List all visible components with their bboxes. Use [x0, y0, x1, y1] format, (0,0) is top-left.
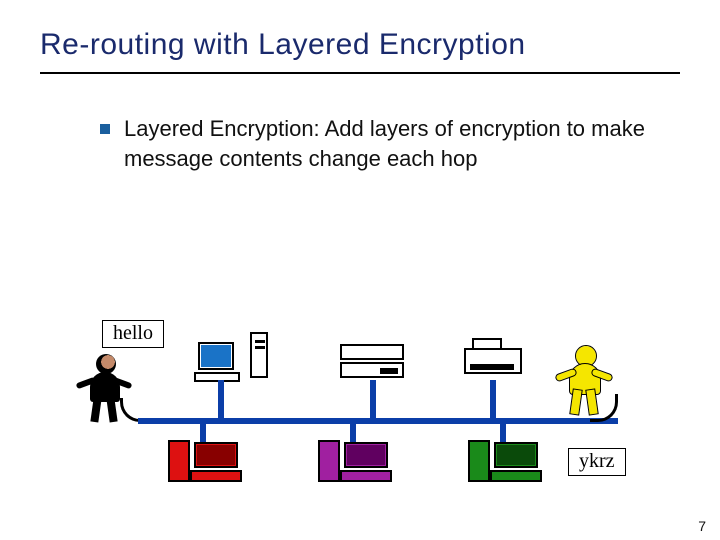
slide-title: Re-routing with Layered Encryption: [40, 28, 680, 62]
bullet-text: Layered Encryption: Add layers of encryp…: [124, 114, 650, 173]
bullet-item: Layered Encryption: Add layers of encryp…: [100, 114, 650, 173]
plaintext-label: hello: [102, 320, 164, 348]
slide-body: Layered Encryption: Add layers of encryp…: [40, 74, 680, 173]
router-green-icon: [468, 440, 542, 484]
network-drop-icon: [370, 380, 376, 422]
network-drop-icon: [218, 380, 224, 422]
router-purple-icon: [318, 440, 392, 484]
router-red-icon: [168, 440, 242, 484]
tower-pc-icon: [250, 332, 268, 378]
network-drop-icon: [490, 380, 496, 422]
slide: Re-routing with Layered Encryption Layer…: [0, 0, 720, 540]
rack-server-icon: [340, 362, 404, 378]
printer-icon: [460, 338, 526, 378]
rack-server-top-icon: [340, 344, 404, 360]
page-number: 7: [698, 518, 706, 534]
network-bus-icon: [138, 418, 618, 424]
network-diagram: hello: [90, 320, 650, 490]
sender-person-icon: [80, 354, 130, 424]
ciphertext-label: ykrz: [568, 448, 626, 476]
bullet-square-icon: [100, 124, 110, 134]
